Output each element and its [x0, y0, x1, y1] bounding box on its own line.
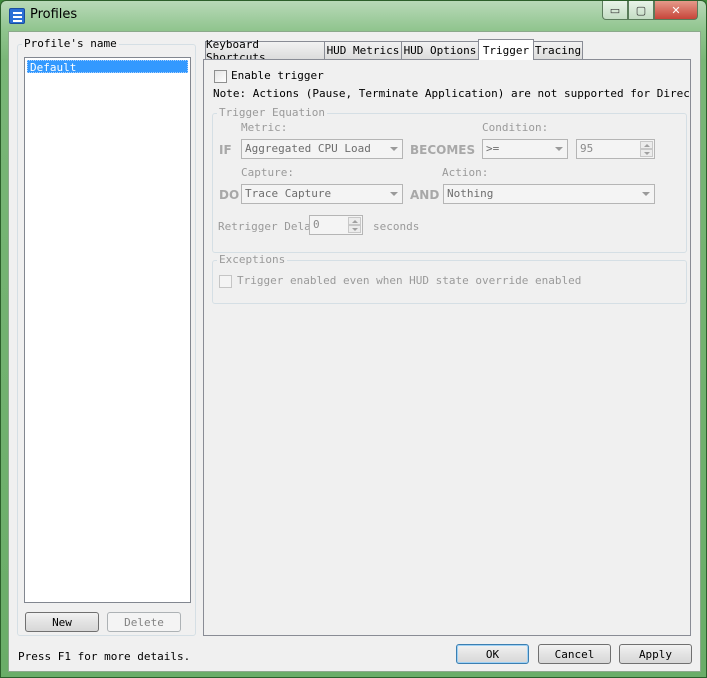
exceptions-group: Exceptions Trigger enabled even when HUD…	[212, 253, 687, 304]
and-keyword: AND	[410, 188, 440, 202]
spin-up-icon[interactable]	[348, 217, 361, 225]
threshold-value: 95	[580, 142, 594, 155]
spin-down-icon[interactable]	[348, 225, 361, 233]
minimize-icon: ▭	[609, 3, 621, 17]
threshold-spinbox[interactable]: 95	[576, 139, 655, 159]
new-profile-button[interactable]: New	[25, 612, 99, 632]
trigger-tab-panel: Enable trigger Note: Actions (Pause, Ter…	[203, 59, 691, 636]
action-label: Action:	[442, 166, 489, 179]
metric-label: Metric:	[241, 121, 288, 134]
profiles-window: Profiles ▭ ▢ ✕ Profile's name Default Ne…	[0, 0, 707, 678]
exceptions-label: Exceptions	[217, 253, 288, 266]
profile-list[interactable]: Default	[24, 57, 191, 603]
window-title: Profiles	[30, 7, 78, 22]
cancel-button[interactable]: Cancel	[538, 644, 611, 664]
tab-tracing[interactable]: Tracing	[533, 41, 583, 59]
retrigger-delay-label: Retrigger Delay	[218, 220, 318, 233]
profiles-group: Profile's name Default New Delete	[17, 37, 196, 636]
spin-up-icon[interactable]	[640, 141, 653, 149]
directx-note-text: Note: Actions (Pause, Terminate Applicat…	[213, 87, 689, 100]
tab-keyboard-shortcuts[interactable]: Keyboard Shortcuts	[205, 38, 325, 64]
chevron-down-icon	[555, 147, 563, 151]
chevron-down-icon	[390, 192, 398, 196]
seconds-label: seconds	[373, 220, 420, 233]
becomes-keyword: BECOMES	[410, 143, 476, 157]
capture-select-value: Trace Capture	[245, 187, 332, 200]
tab-hud-metrics[interactable]: HUD Metrics	[324, 41, 402, 59]
spin-down-icon[interactable]	[640, 149, 653, 157]
close-button[interactable]: ✕	[654, 1, 698, 20]
maximize-icon: ▢	[635, 3, 647, 17]
caption-buttons: ▭ ▢ ✕	[602, 1, 698, 20]
hud-override-label: Trigger enabled even when HUD state over…	[237, 274, 582, 287]
title-bar[interactable]: Profiles ▭ ▢ ✕	[1, 1, 706, 31]
dialog-client-area: Profile's name Default New Delete Keyboa…	[8, 31, 701, 672]
retrigger-delay-value: 0	[313, 218, 320, 231]
tab-hud-options[interactable]: HUD Options	[401, 41, 479, 59]
delete-profile-button[interactable]: Delete	[107, 612, 181, 632]
action-select-value: Nothing	[447, 187, 494, 200]
if-keyword: IF	[219, 143, 232, 157]
ok-button[interactable]: OK	[456, 644, 529, 664]
condition-label: Condition:	[482, 121, 549, 134]
tab-trigger[interactable]: Trigger	[478, 39, 534, 60]
capture-select[interactable]: Trace Capture	[241, 184, 403, 204]
trigger-equation-group: Trigger Equation Metric: Condition: IF A…	[212, 106, 687, 253]
directx-note: Note: Actions (Pause, Terminate Applicat…	[213, 87, 689, 100]
maximize-button[interactable]: ▢	[628, 1, 654, 20]
enable-trigger-label: Enable trigger	[231, 69, 324, 82]
settings-list-icon	[9, 8, 25, 24]
apply-button[interactable]: Apply	[619, 644, 692, 664]
status-hint: Press F1 for more details.	[18, 650, 191, 663]
capture-label: Capture:	[241, 166, 294, 179]
enable-trigger-checkbox[interactable]	[214, 70, 227, 83]
condition-select-value: >=	[486, 142, 500, 155]
condition-select[interactable]: >=	[482, 139, 568, 159]
profile-list-item-default[interactable]: Default	[27, 60, 188, 74]
minimize-button[interactable]: ▭	[602, 1, 628, 20]
trigger-equation-label: Trigger Equation	[217, 106, 327, 119]
chevron-down-icon	[642, 192, 650, 196]
hud-override-checkbox[interactable]	[219, 275, 232, 288]
retrigger-delay-spinbox[interactable]: 0	[309, 215, 363, 235]
action-select[interactable]: Nothing	[443, 184, 655, 204]
close-icon: ✕	[671, 3, 681, 17]
metric-select-value: Aggregated CPU Load	[245, 142, 371, 155]
do-keyword: DO	[219, 188, 240, 202]
chevron-down-icon	[390, 147, 398, 151]
metric-select[interactable]: Aggregated CPU Load	[241, 139, 403, 159]
profiles-group-label: Profile's name	[22, 37, 119, 50]
